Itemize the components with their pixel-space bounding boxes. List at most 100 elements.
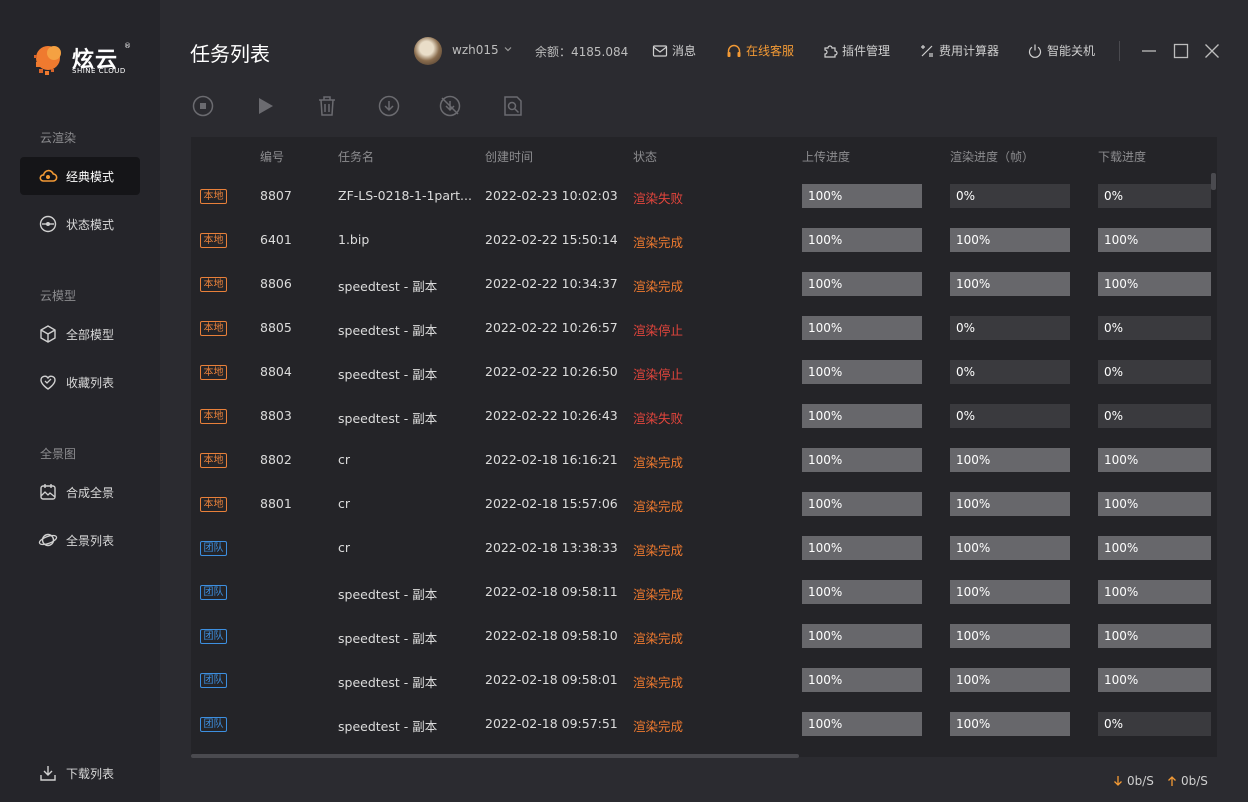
progress-text: 100% (808, 365, 843, 379)
column-header-name[interactable]: 任务名 (338, 148, 374, 165)
progress-text: 100% (956, 585, 991, 599)
upload-progress: 100% (802, 536, 922, 560)
progress-text: 100% (808, 629, 843, 643)
progress-text: 100% (808, 409, 843, 423)
task-id: 8801 (260, 496, 292, 511)
progress-text: 100% (808, 717, 843, 731)
table-row[interactable]: 团队 speedtest - 副本 2022-02-18 09:58:10 渲染完成 1… (191, 614, 1211, 658)
progress-text: 100% (808, 541, 843, 555)
nav-status-mode[interactable]: 状态模式 (20, 205, 140, 243)
online-support-button[interactable]: 在线客服 (726, 42, 794, 59)
preview-icon[interactable] (501, 94, 525, 118)
headset-icon (727, 44, 741, 57)
nav-panorama-list[interactable]: 全景列表 (20, 521, 140, 559)
table-row[interactable]: 本地 8806 speedtest - 副本 2022-02-22 10:34:37 渲… (191, 262, 1211, 306)
shutdown-label: 智能关机 (1047, 44, 1096, 58)
render-progress: 100% (950, 536, 1070, 560)
local-tag: 本地 (200, 497, 227, 512)
table-row[interactable]: 本地 8801 cr 2022-02-18 15:57:06 渲染完成 100% 100% 1… (191, 482, 1211, 526)
column-header-download[interactable]: 下载进度 (1098, 148, 1146, 165)
nav-compose-panorama[interactable]: 合成全景 (20, 473, 140, 511)
progress-text: 100% (956, 497, 991, 511)
nav-download-list[interactable]: 下载列表 (20, 754, 140, 792)
column-header-status[interactable]: 状态 (633, 148, 657, 165)
upload-progress: 100% (802, 316, 922, 340)
download-progress: 0% (1098, 316, 1211, 340)
nav-label: 全部模型 (66, 327, 115, 342)
render-progress: 0% (950, 404, 1070, 428)
render-progress: 100% (950, 580, 1070, 604)
table-row[interactable]: 团队 speedtest - 副本 2022-02-18 09:57:51 渲染完成 1… (191, 702, 1211, 746)
plugin-manager-button[interactable]: 插件管理 (822, 42, 890, 59)
table-row[interactable]: 团队 speedtest - 副本 2022-02-18 09:58:11 渲染完成 1… (191, 570, 1211, 614)
table-row[interactable]: 本地 6401 1.bip 2022-02-22 15:50:14 渲染完成 100% 10… (191, 218, 1211, 262)
local-tag: 本地 (200, 453, 227, 468)
team-tag: 团队 (200, 541, 227, 556)
trash-icon[interactable] (315, 94, 339, 118)
upload-progress: 100% (802, 492, 922, 516)
upload-progress: 100% (802, 404, 922, 428)
minimize-icon[interactable] (1140, 42, 1158, 60)
progress-text: 0% (956, 365, 976, 379)
table-row[interactable]: 团队 speedtest - 副本 2022-02-18 09:58:01 渲染完成 1… (191, 658, 1211, 702)
cloud-icon (39, 169, 58, 182)
table-row[interactable]: 团队 cr 2022-02-18 13:38:33 渲染完成 100% 100% 100% (191, 526, 1211, 570)
maximize-icon[interactable] (1172, 42, 1190, 60)
table-row[interactable]: 本地 8804 speedtest - 副本 2022-02-22 10:26:50 渲… (191, 350, 1211, 394)
cost-calculator-button[interactable]: 费用计算器 (919, 42, 999, 59)
download-progress: 100% (1098, 580, 1211, 604)
cube-icon (40, 325, 56, 343)
progress-text: 0% (1104, 189, 1124, 203)
smart-shutdown-button[interactable]: 智能关机 (1027, 42, 1095, 59)
no-download-icon[interactable] (438, 94, 462, 118)
task-name: cr (338, 540, 351, 555)
progress-text: 0% (956, 321, 976, 335)
column-header-created[interactable]: 创建时间 (485, 148, 533, 165)
progress-text: 100% (808, 497, 843, 511)
avatar[interactable] (414, 37, 442, 65)
task-status: 渲染完成 (633, 499, 684, 514)
mail-icon (652, 44, 668, 57)
nav-label: 收藏列表 (66, 375, 115, 390)
task-name: speedtest - 副本 (338, 279, 438, 294)
progress-text: 100% (1104, 585, 1139, 599)
progress-text: 100% (808, 453, 843, 467)
username[interactable]: wzh015 (452, 43, 499, 57)
column-header-upload[interactable]: 上传进度 (802, 148, 850, 165)
page-title: 任务列表 (190, 42, 270, 66)
stop-icon[interactable] (191, 94, 215, 118)
column-header-render[interactable]: 渲染进度（帧） (950, 148, 1034, 165)
task-id: 8802 (260, 452, 292, 467)
table-row[interactable]: 本地 8805 speedtest - 副本 2022-02-22 10:26:57 渲… (191, 306, 1211, 350)
horizontal-scrollbar[interactable] (191, 754, 799, 758)
task-created: 2022-02-22 10:26:50 (485, 364, 618, 379)
task-id: 8803 (260, 408, 292, 423)
nav-label: 下载列表 (66, 766, 115, 781)
team-tag: 团队 (200, 585, 227, 600)
table-row[interactable]: 本地 8802 cr 2022-02-18 16:16:21 渲染完成 100% 100% 1… (191, 438, 1211, 482)
vertical-scrollbar[interactable] (1211, 173, 1216, 190)
table-row[interactable]: 本地 8803 speedtest - 副本 2022-02-22 10:26:43 渲… (191, 394, 1211, 438)
download-progress: 0% (1098, 360, 1211, 384)
chevron-down-icon[interactable] (503, 44, 513, 54)
logo: 炫云 SHINE CLOUD ® (34, 40, 134, 80)
download-icon[interactable] (377, 94, 401, 118)
close-icon[interactable] (1203, 42, 1221, 60)
progress-text: 100% (956, 673, 991, 687)
nav-classic-mode[interactable]: 经典模式 (20, 157, 140, 195)
task-name: cr (338, 496, 351, 511)
task-id: 6401 (260, 232, 292, 247)
play-icon[interactable] (253, 94, 277, 118)
task-created: 2022-02-18 13:38:33 (485, 540, 618, 555)
render-progress: 0% (950, 316, 1070, 340)
progress-text: 100% (1104, 233, 1139, 247)
download-progress: 0% (1098, 184, 1211, 208)
task-name: 1.bip (338, 232, 370, 247)
nav-favorites[interactable]: 收藏列表 (20, 363, 140, 401)
table-row[interactable]: 本地 8807 ZF-LS-0218-1-1part... 2022-02-23 10… (191, 174, 1211, 218)
nav-all-models[interactable]: 全部模型 (20, 315, 140, 353)
column-header-id[interactable]: 编号 (260, 148, 284, 165)
download-progress: 100% (1098, 448, 1211, 472)
messages-button[interactable]: 消息 (652, 42, 696, 59)
download-speed: 0b/S (1112, 774, 1154, 788)
